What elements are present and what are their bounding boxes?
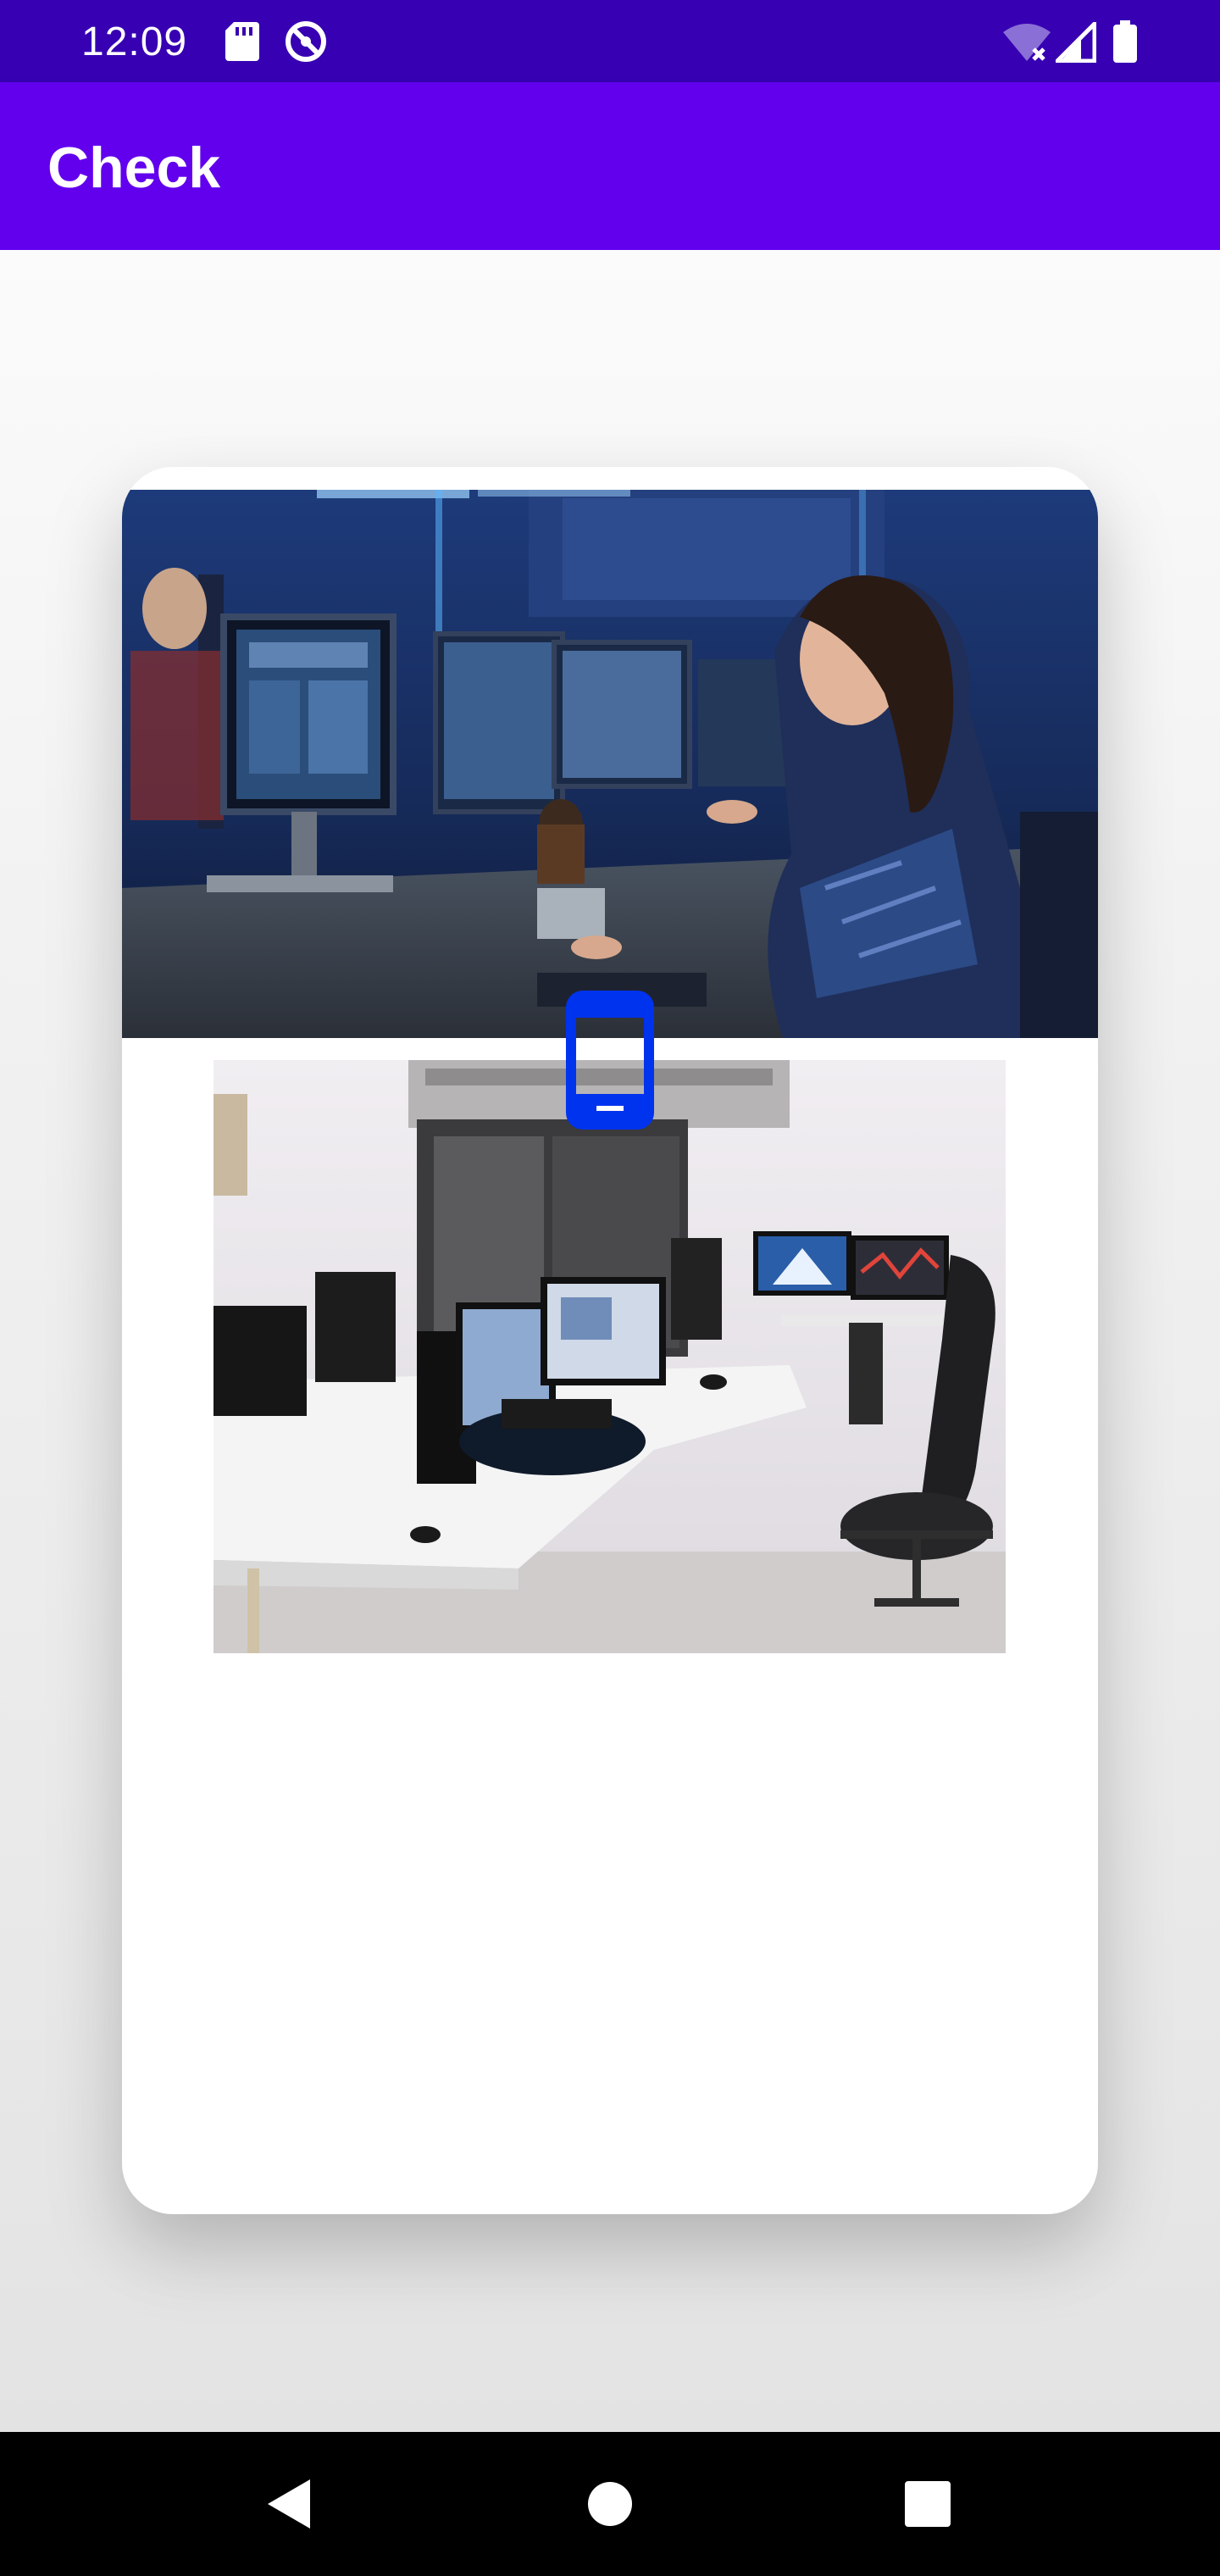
developers-working-photo <box>122 490 1098 1038</box>
photo-icon <box>214 1060 1006 1653</box>
smartphone-icon <box>566 991 654 1130</box>
status-bar: 12:09 <box>0 0 1220 82</box>
wifi-off-icon <box>1003 24 1051 61</box>
home-icon[interactable] <box>580 2474 640 2534</box>
cell-signal-icon <box>1056 22 1096 63</box>
status-time: 12:09 <box>81 19 188 64</box>
photo-icon <box>122 490 1098 1038</box>
back-icon[interactable] <box>261 2474 320 2534</box>
office-workstation-photo <box>214 1060 1006 1653</box>
image-card <box>122 467 1098 2214</box>
battery-icon <box>1113 20 1137 63</box>
sd-card-icon <box>225 22 259 61</box>
navigation-bar <box>0 2432 1220 2576</box>
do-not-disturb-icon <box>286 21 326 62</box>
app-bar: Check <box>0 82 1220 250</box>
recents-icon[interactable] <box>898 2474 957 2534</box>
app-title: Check <box>47 136 221 200</box>
